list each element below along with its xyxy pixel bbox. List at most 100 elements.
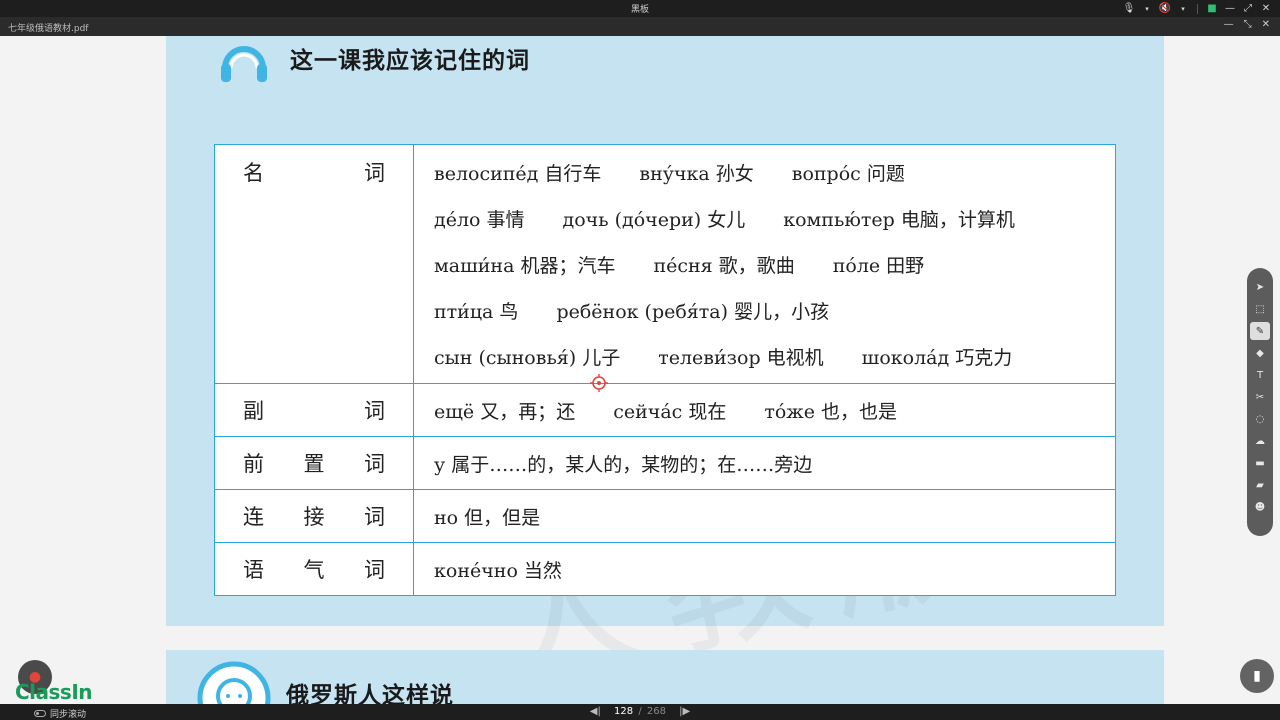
vocab-entry: де́ло 事情	[434, 208, 525, 231]
vocab-entry: маши́на 机器；汽车	[434, 254, 616, 277]
category-char: 词	[364, 399, 385, 423]
category-char: 气	[303, 558, 325, 582]
page-separator: /	[638, 706, 642, 717]
eraser-icon[interactable]: ◌	[1250, 410, 1270, 428]
expand-panel-button[interactable]: ▮	[1240, 659, 1274, 693]
title-bar: 黑板 🎙 ▾ 🔇 ▾ ■ — ⤢ ✕	[0, 0, 1280, 17]
scissors-icon[interactable]: ✂	[1250, 388, 1270, 406]
next-page-section: 俄罗斯人这样说	[166, 650, 1164, 704]
word-line: велосипе́д 自行车 вну́чка 孙女 вопро́с 问题	[434, 149, 1095, 195]
panel-icon: ▮	[1253, 668, 1261, 684]
person-icon	[197, 661, 271, 704]
vocab-entry: вну́чка 孙女	[639, 162, 754, 185]
words-cell: у 属于……的，某人的，某物的；在……旁边	[413, 436, 1116, 490]
vocab-entry: дочь (до́чери) 女儿	[562, 208, 746, 231]
word-line: у 属于……的，某人的，某物的；在……旁边	[434, 440, 1095, 486]
speaker-icon[interactable]: 🔇	[1157, 1, 1173, 16]
vocab-entry: ещё 又，再；还	[434, 400, 576, 423]
category-char: 词	[364, 452, 385, 476]
category-char: 前	[243, 452, 264, 476]
vocab-entry: сейча́с 现在	[613, 400, 727, 423]
classin-logo: ClassIn	[15, 680, 93, 704]
separator	[1197, 3, 1198, 14]
words-cell: но 但，但是	[413, 489, 1116, 543]
word-line: ещё 又，再；还 сейча́с 现在 то́же 也，也是	[434, 387, 1095, 433]
words-cell: велосипе́д 自行车 вну́чка 孙女 вопро́с 问题 де́ло …	[413, 144, 1116, 384]
prev-page-icon[interactable]: ◀|	[590, 706, 601, 717]
chevron-down-icon[interactable]: ▾	[1139, 1, 1155, 16]
vocab-entry: сын (сыновья́) 儿子	[434, 346, 621, 369]
close-icon[interactable]: ✕	[1262, 19, 1270, 30]
vocab-entry: телеви́зор 电视机	[658, 346, 824, 369]
document-window-controls: — ⤡ ✕	[1224, 19, 1270, 30]
status-bar: 同步滚动 ◀| 128 / 268 |▶	[0, 704, 1280, 720]
folder-icon[interactable]: ▬	[1250, 454, 1270, 472]
category-char: 副	[243, 399, 264, 423]
total-pages: 268	[646, 706, 666, 717]
select-icon[interactable]: ⬚	[1250, 300, 1270, 318]
maximize-icon[interactable]: ⤢	[1240, 1, 1256, 16]
users-icon[interactable]: ☻	[1250, 498, 1270, 516]
word-line: де́ло 事情 дочь (до́чери) 女儿 компью́тер 电脑，计…	[434, 195, 1095, 241]
category-cell: 副词	[214, 383, 414, 437]
word-line: маши́на 机器；汽车 пе́сня 歌，歌曲 по́ле 田野	[434, 241, 1095, 287]
text-icon[interactable]: T	[1250, 366, 1270, 384]
vocab-entry: пти́ца 鸟	[434, 300, 519, 323]
category-cell: 名词	[214, 144, 414, 384]
category-label: 前置词	[243, 448, 385, 478]
table-row: 前 置 词 у 属于……的，某人的，某物的；在……旁边	[214, 436, 1116, 490]
pointer-icon[interactable]: ➤	[1250, 278, 1270, 296]
chevron-down-icon[interactable]: ▾	[1175, 1, 1191, 16]
chat-icon[interactable]: ▰	[1250, 476, 1270, 494]
headphones-icon	[221, 46, 267, 82]
pdf-viewer[interactable]: 这一课我应该记住的词 人教版 ® 名词велосипе́д 自行车вну́чка…	[0, 36, 1280, 704]
document-filename: 七年级俄语教材.pdf	[8, 24, 89, 34]
camera-icon[interactable]: ■	[1204, 1, 1220, 16]
category-char: 接	[303, 505, 325, 529]
page-navigator: ◀| 128 / 268 |▶	[0, 706, 1280, 717]
table-row: 连 接 词 но 但，但是	[214, 489, 1116, 543]
category-cell: 连接词	[214, 489, 414, 543]
word-line: сын (сыновья́) 儿子 телеви́зор 电视机 шокола́д …	[434, 333, 1095, 379]
cloud-icon[interactable]: ☁	[1250, 432, 1270, 450]
pen-icon[interactable]: ✎	[1250, 322, 1270, 340]
section-title: 俄罗斯人这样说	[286, 683, 454, 704]
current-page[interactable]: 128	[614, 706, 633, 717]
document-tab-bar: 七年级俄语教材.pdf — ⤡ ✕	[0, 17, 1280, 36]
category-char: 词	[364, 161, 385, 185]
vocab-entry: компью́тер 电脑，计算机	[783, 208, 1015, 231]
vocab-entry: вопро́с 问题	[791, 162, 905, 185]
vocab-entry: но 但，但是	[434, 506, 541, 529]
vocabulary-table: 名词 велосипе́д 自行车 вну́чка 孙女 вопро́с 问题 де́л…	[214, 144, 1116, 596]
category-char: 连	[243, 505, 264, 529]
word-line: коне́чно 当然	[434, 546, 1095, 592]
word-line: пти́ца 鸟 ребёнок (ребя́та) 婴儿，小孩	[434, 287, 1095, 333]
restore-icon[interactable]: ⤡	[1244, 19, 1252, 30]
category-label: 连接词	[243, 501, 385, 531]
category-cell: 前置词	[214, 436, 414, 490]
minimize-icon[interactable]: —	[1222, 1, 1238, 16]
category-cell: 语气词	[214, 542, 414, 596]
category-char: 置	[303, 452, 325, 476]
title-bar-controls: 🎙 ▾ 🔇 ▾ ■ — ⤢ ✕	[1121, 1, 1274, 16]
word-line: но 但，但是	[434, 493, 1095, 539]
vocab-entry: по́ле 田野	[832, 254, 925, 277]
pdf-page: 这一课我应该记住的词 人教版 ® 名词велосипе́д 自行车вну́чка…	[166, 36, 1164, 704]
close-icon[interactable]: ✕	[1258, 1, 1274, 16]
table-row: 副词 ещё 又，再；还 сейча́с 现在 то́же 也，也是	[214, 383, 1116, 437]
category-char: 词	[364, 505, 385, 529]
drawing-toolbar: ➤ ⬚ ✎ ◆ T ✂ ◌ ☁ ▬ ▰ ☻	[1247, 268, 1273, 536]
category-label: 名词	[243, 157, 385, 187]
table-row: 名词 велосипе́д 自行车 вну́чка 孙女 вопро́с 问题 де́л…	[214, 144, 1116, 384]
category-char: 名	[243, 161, 264, 185]
highlighter-icon[interactable]: ◆	[1250, 344, 1270, 362]
category-char: 语	[243, 558, 264, 582]
words-cell: ещё 又，再；还 сейча́с 现在 то́же 也，也是	[413, 383, 1116, 437]
next-page-icon[interactable]: |▶	[679, 706, 690, 717]
page-title: 这一课我应该记住的词	[290, 48, 530, 74]
vocab-entry: то́же 也，也是	[764, 400, 898, 423]
mic-icon[interactable]: 🎙	[1121, 1, 1137, 16]
minimize-icon[interactable]: —	[1224, 19, 1234, 30]
words-cell: коне́чно 当然	[413, 542, 1116, 596]
category-label: 语气词	[243, 554, 385, 584]
